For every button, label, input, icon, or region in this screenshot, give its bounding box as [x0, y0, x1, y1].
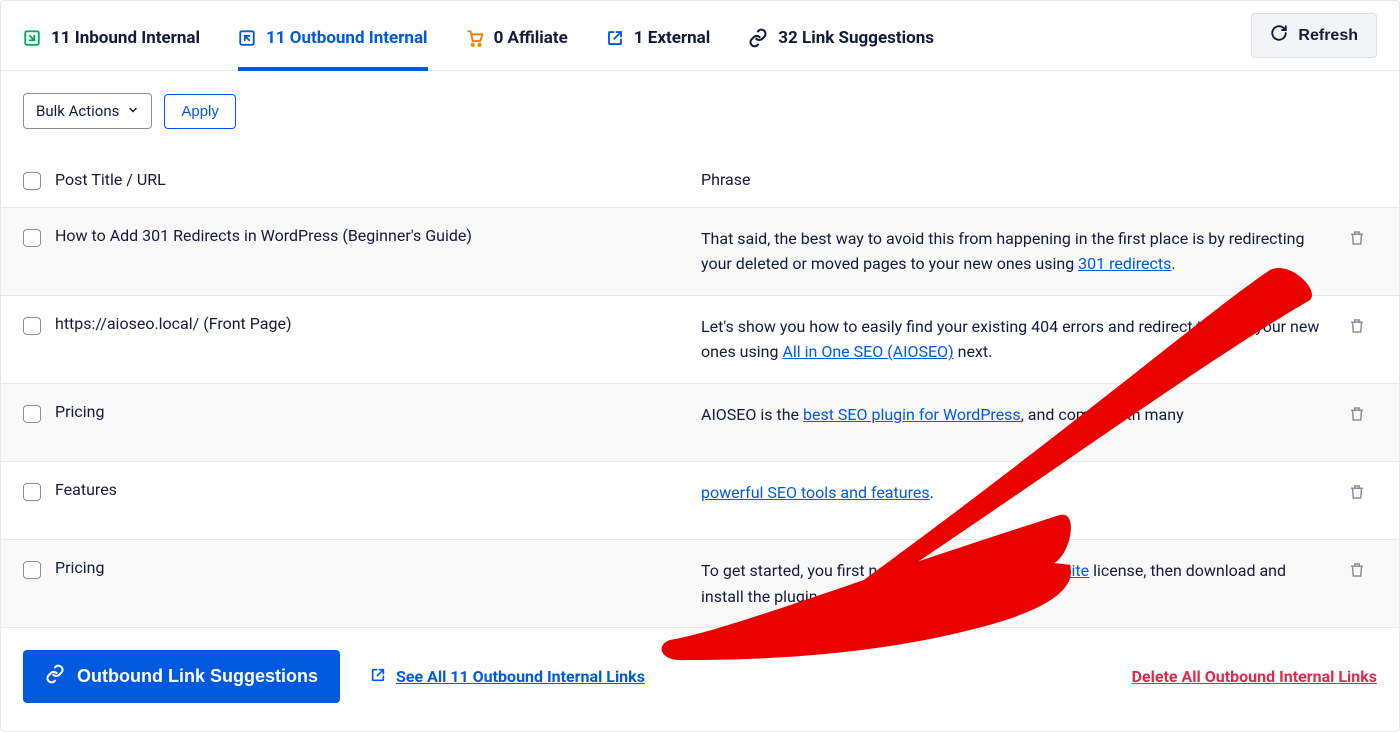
- table-row: https://aioseo.local/ (Front Page) Let's…: [1, 296, 1399, 384]
- row-checkbox[interactable]: [23, 561, 41, 579]
- row-title: Features: [55, 480, 701, 499]
- col-header-phrase: Phrase: [701, 167, 1337, 193]
- inbound-icon: [23, 29, 41, 47]
- link-tabs: 11 Inbound Internal 11 Outbound Internal…: [1, 1, 1399, 71]
- select-all-checkbox[interactable]: [23, 172, 41, 190]
- tab-inbound-internal[interactable]: 11 Inbound Internal: [23, 1, 200, 70]
- affiliate-icon: [466, 29, 484, 47]
- delete-row-button[interactable]: [1348, 483, 1366, 501]
- link-icon: [45, 664, 65, 689]
- tab-label: 11 Inbound Internal: [51, 28, 200, 48]
- bulk-actions-select[interactable]: Bulk Actions: [23, 93, 152, 129]
- delete-all-outbound-link[interactable]: Delete All Outbound Internal Links: [1132, 667, 1377, 686]
- table-row: Features powerful SEO tools and features…: [1, 462, 1399, 540]
- tab-label: 11 Outbound Internal: [266, 28, 428, 48]
- row-phrase: AIOSEO is the best SEO plugin for WordPr…: [701, 402, 1337, 428]
- tab-label: 32 Link Suggestions: [778, 28, 934, 48]
- link-icon: [748, 28, 768, 48]
- row-phrase: powerful SEO tools and features.: [701, 480, 1337, 506]
- apply-button[interactable]: Apply: [164, 94, 236, 129]
- delete-row-button[interactable]: [1348, 405, 1366, 423]
- outbound-icon: [238, 29, 256, 47]
- row-title: How to Add 301 Redirects in WordPress (B…: [55, 226, 701, 245]
- refresh-icon: [1270, 24, 1288, 47]
- row-title: https://aioseo.local/ (Front Page): [55, 314, 701, 333]
- outbound-link-suggestions-button[interactable]: Outbound Link Suggestions: [23, 650, 340, 703]
- refresh-button[interactable]: Refresh: [1251, 13, 1377, 58]
- phrase-link[interactable]: get AIOSEO Pro or Elite: [926, 561, 1090, 580]
- tab-link-suggestions[interactable]: 32 Link Suggestions: [748, 1, 934, 70]
- external-icon: [370, 667, 386, 687]
- phrase-link[interactable]: 301 redirects: [1078, 254, 1171, 273]
- row-phrase: To get started, you first need to get AI…: [701, 558, 1337, 609]
- phrase-link[interactable]: powerful SEO tools and features: [701, 483, 930, 502]
- tab-outbound-internal[interactable]: 11 Outbound Internal: [238, 2, 428, 71]
- bulk-actions-row: Bulk Actions Apply: [1, 71, 1399, 137]
- row-phrase: Let's show you how to easily find your e…: [701, 314, 1337, 365]
- phrase-link[interactable]: best SEO plugin for WordPress: [803, 405, 1021, 424]
- row-phrase: That said, the best way to avoid this fr…: [701, 226, 1337, 277]
- chevron-down-icon: [127, 102, 139, 120]
- row-checkbox[interactable]: [23, 405, 41, 423]
- tab-affiliate[interactable]: 0 Affiliate: [466, 1, 568, 70]
- see-all-outbound-link[interactable]: See All 11 Outbound Internal Links: [370, 667, 645, 687]
- delete-row-button[interactable]: [1348, 317, 1366, 335]
- row-checkbox[interactable]: [23, 483, 41, 501]
- tab-label: 0 Affiliate: [494, 28, 568, 48]
- row-title: Pricing: [55, 558, 701, 577]
- tab-label: 1 External: [634, 28, 710, 48]
- delete-row-button[interactable]: [1348, 229, 1366, 247]
- table-row: Pricing AIOSEO is the best SEO plugin fo…: [1, 384, 1399, 462]
- table-row: Pricing To get started, you first need t…: [1, 540, 1399, 628]
- delete-row-button[interactable]: [1348, 561, 1366, 579]
- row-checkbox[interactable]: [23, 317, 41, 335]
- row-checkbox[interactable]: [23, 229, 41, 247]
- footer-row: Outbound Link Suggestions See All 11 Out…: [1, 628, 1399, 731]
- table-row: How to Add 301 Redirects in WordPress (B…: [1, 208, 1399, 296]
- row-title: Pricing: [55, 402, 701, 421]
- refresh-label: Refresh: [1298, 27, 1358, 45]
- tab-external[interactable]: 1 External: [606, 1, 710, 70]
- phrase-link[interactable]: All in One SEO (AIOSEO): [782, 342, 953, 361]
- table-header: Post Title / URL Phrase: [1, 137, 1399, 208]
- bulk-actions-label: Bulk Actions: [36, 102, 119, 120]
- col-header-title: Post Title / URL: [55, 170, 701, 189]
- external-icon: [606, 29, 624, 47]
